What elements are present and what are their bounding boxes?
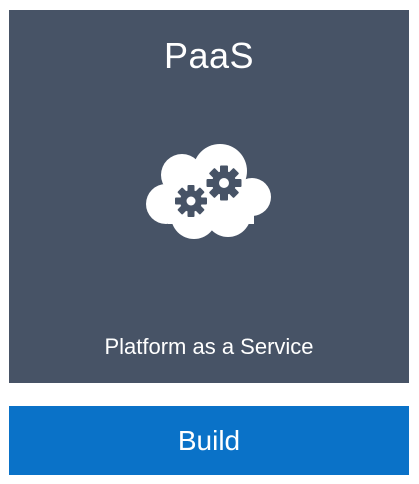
build-button-label: Build [177, 424, 241, 456]
paas-card: PaaS Platform as a Service [9, 10, 409, 383]
build-button[interactable]: Build [9, 406, 409, 475]
card-title: PaaS [163, 35, 255, 76]
cloud-gears-icon [146, 144, 271, 239]
card-subtitle: Platform as a Service [104, 334, 314, 359]
